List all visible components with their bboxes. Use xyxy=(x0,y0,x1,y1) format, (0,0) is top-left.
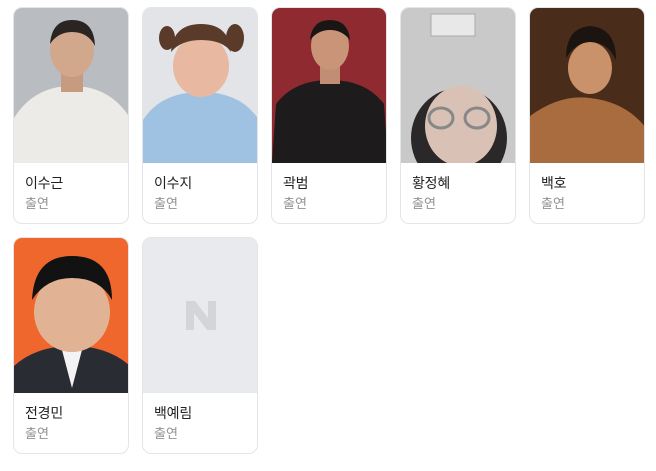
cast-role: 출연 xyxy=(541,197,565,212)
cast-grid: 이수근 출연 이수지 출연 곽범 출연 황정혜 출연 백호 출연 전경민 출연 … xyxy=(13,7,653,454)
cast-name: 이수근 xyxy=(25,176,64,192)
cast-role: 출연 xyxy=(25,197,49,212)
cast-photo[interactable] xyxy=(143,8,257,163)
cast-name: 전경민 xyxy=(25,406,64,422)
cast-role: 출연 xyxy=(154,197,178,212)
cast-card[interactable]: 백호 출연 xyxy=(529,7,645,224)
cast-photo[interactable] xyxy=(530,8,644,163)
placeholder-n-logo-icon xyxy=(186,301,216,330)
cast-card[interactable]: 전경민 출연 xyxy=(13,237,129,454)
cast-photo[interactable] xyxy=(272,8,386,163)
cast-role: 출연 xyxy=(154,427,178,442)
cast-photo[interactable] xyxy=(14,8,128,163)
cast-photo[interactable] xyxy=(401,8,515,163)
cast-card[interactable]: 황정혜 출연 xyxy=(400,7,516,224)
cast-role: 출연 xyxy=(283,197,307,212)
cast-name: 황정혜 xyxy=(412,176,451,192)
cast-photo[interactable] xyxy=(14,238,128,393)
cast-role: 출연 xyxy=(25,427,49,442)
cast-card[interactable]: 백예림 출연 xyxy=(142,237,258,454)
cast-card[interactable]: 이수지 출연 xyxy=(142,7,258,224)
cast-card[interactable]: 이수근 출연 xyxy=(13,7,129,224)
cast-name: 백호 xyxy=(541,176,567,192)
cast-name: 백예림 xyxy=(154,406,193,422)
cast-name: 곽범 xyxy=(283,176,309,192)
cast-card[interactable]: 곽범 출연 xyxy=(271,7,387,224)
cast-name: 이수지 xyxy=(154,176,193,192)
cast-role: 출연 xyxy=(412,197,436,212)
cast-photo[interactable] xyxy=(143,238,257,393)
